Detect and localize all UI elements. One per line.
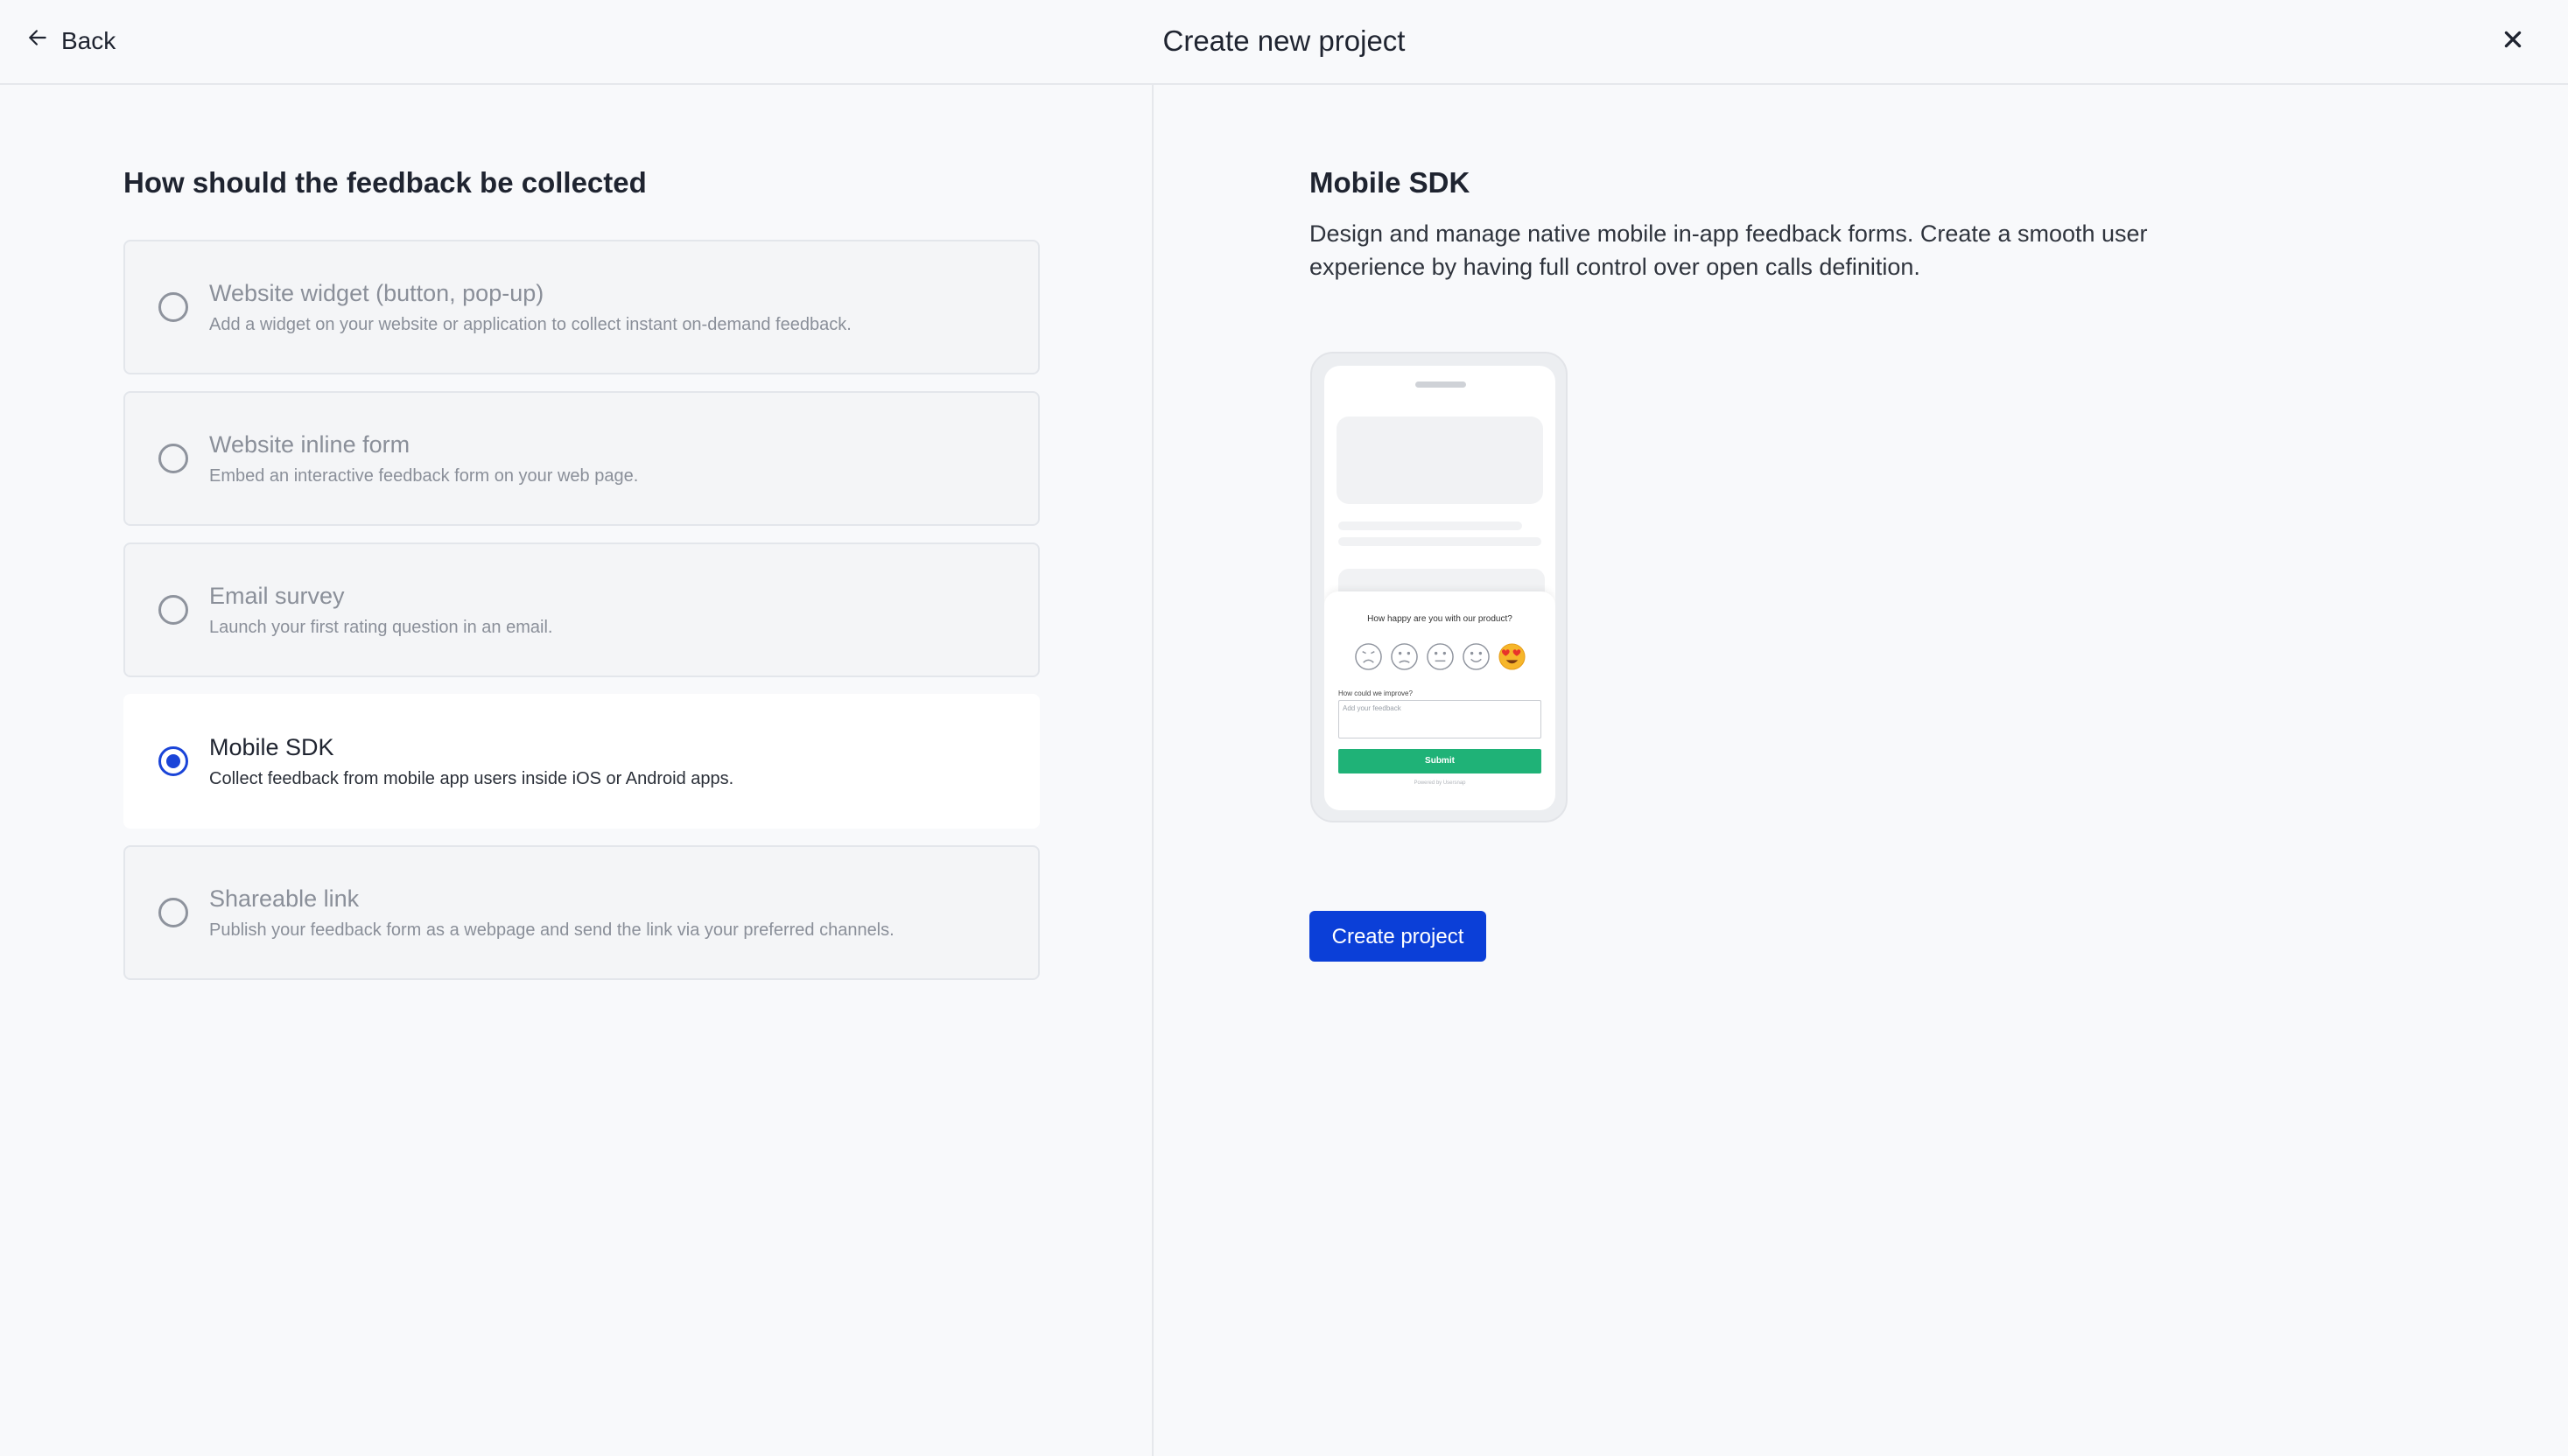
option-description: Collect feedback from mobile app users i… bbox=[209, 769, 734, 788]
back-button[interactable]: Back bbox=[26, 26, 116, 55]
arrow-left-icon bbox=[26, 26, 49, 55]
close-icon bbox=[2501, 28, 2524, 55]
collection-method-options: Website widget (button, pop-up) Add a wi… bbox=[123, 240, 1040, 997]
radio-button[interactable] bbox=[158, 595, 188, 625]
radio-button-selected[interactable] bbox=[158, 746, 188, 776]
neutral-face-icon bbox=[1426, 642, 1455, 671]
option-description: Embed an interactive feedback form on yo… bbox=[209, 466, 639, 486]
option-title: Website inline form bbox=[209, 431, 410, 458]
placeholder-line bbox=[1338, 537, 1541, 546]
option-title: Shareable link bbox=[209, 886, 360, 912]
sad-face-icon bbox=[1390, 642, 1419, 671]
radio-button[interactable] bbox=[158, 898, 188, 928]
feedback-sheet: How happy are you with our product? How … bbox=[1324, 592, 1555, 810]
option-mobile-sdk[interactable]: Mobile SDK Collect feedback from mobile … bbox=[123, 694, 1040, 829]
heart-eyes-face-icon bbox=[1498, 642, 1526, 671]
option-description: Publish your feedback form as a webpage … bbox=[209, 920, 895, 940]
phone-notch bbox=[1415, 382, 1466, 388]
option-title: Email survey bbox=[209, 583, 345, 609]
preview-question: How happy are you with our product? bbox=[1367, 614, 1512, 624]
option-shareable-link[interactable]: Shareable link Publish your feedback for… bbox=[123, 845, 1040, 980]
radio-button[interactable] bbox=[158, 444, 188, 473]
powered-by-label: Powered by Usersnap bbox=[1414, 780, 1466, 786]
page-title: Create new project bbox=[1162, 24, 1406, 57]
top-bar: Back Create new project bbox=[0, 0, 2568, 85]
radio-button[interactable] bbox=[158, 292, 188, 322]
preview-submit-button: Submit bbox=[1338, 749, 1541, 774]
placeholder-block bbox=[1337, 416, 1543, 504]
option-title: Website widget (button, pop-up) bbox=[209, 280, 544, 306]
very-sad-face-icon bbox=[1354, 642, 1383, 671]
close-button[interactable] bbox=[2498, 26, 2528, 56]
back-label: Back bbox=[61, 26, 116, 54]
detail-title: Mobile SDK bbox=[1309, 166, 1470, 199]
preview-improve-label: How could we improve? bbox=[1338, 690, 1413, 697]
placeholder-line bbox=[1338, 522, 1522, 530]
preview-feedback-input: Add your feedback bbox=[1338, 700, 1541, 738]
option-description: Launch your first rating question in an … bbox=[209, 618, 553, 637]
option-email-survey[interactable]: Email survey Launch your first rating qu… bbox=[123, 542, 1040, 677]
happy-face-icon bbox=[1462, 642, 1491, 671]
option-title: Mobile SDK bbox=[209, 734, 334, 760]
option-website-inline-form[interactable]: Website inline form Embed an interactive… bbox=[123, 391, 1040, 526]
panel-divider bbox=[1152, 85, 1154, 1456]
phone-screen: How happy are you with our product? How … bbox=[1324, 366, 1555, 810]
create-project-button[interactable]: Create project bbox=[1309, 911, 1486, 962]
option-website-widget[interactable]: Website widget (button, pop-up) Add a wi… bbox=[123, 240, 1040, 374]
phone-preview: How happy are you with our product? How … bbox=[1310, 352, 1568, 822]
rating-faces bbox=[1354, 642, 1526, 671]
section-title: How should the feedback be collected bbox=[123, 166, 647, 199]
detail-description: Design and manage native mobile in-app f… bbox=[1309, 220, 2148, 280]
option-description: Add a widget on your website or applicat… bbox=[209, 315, 852, 334]
